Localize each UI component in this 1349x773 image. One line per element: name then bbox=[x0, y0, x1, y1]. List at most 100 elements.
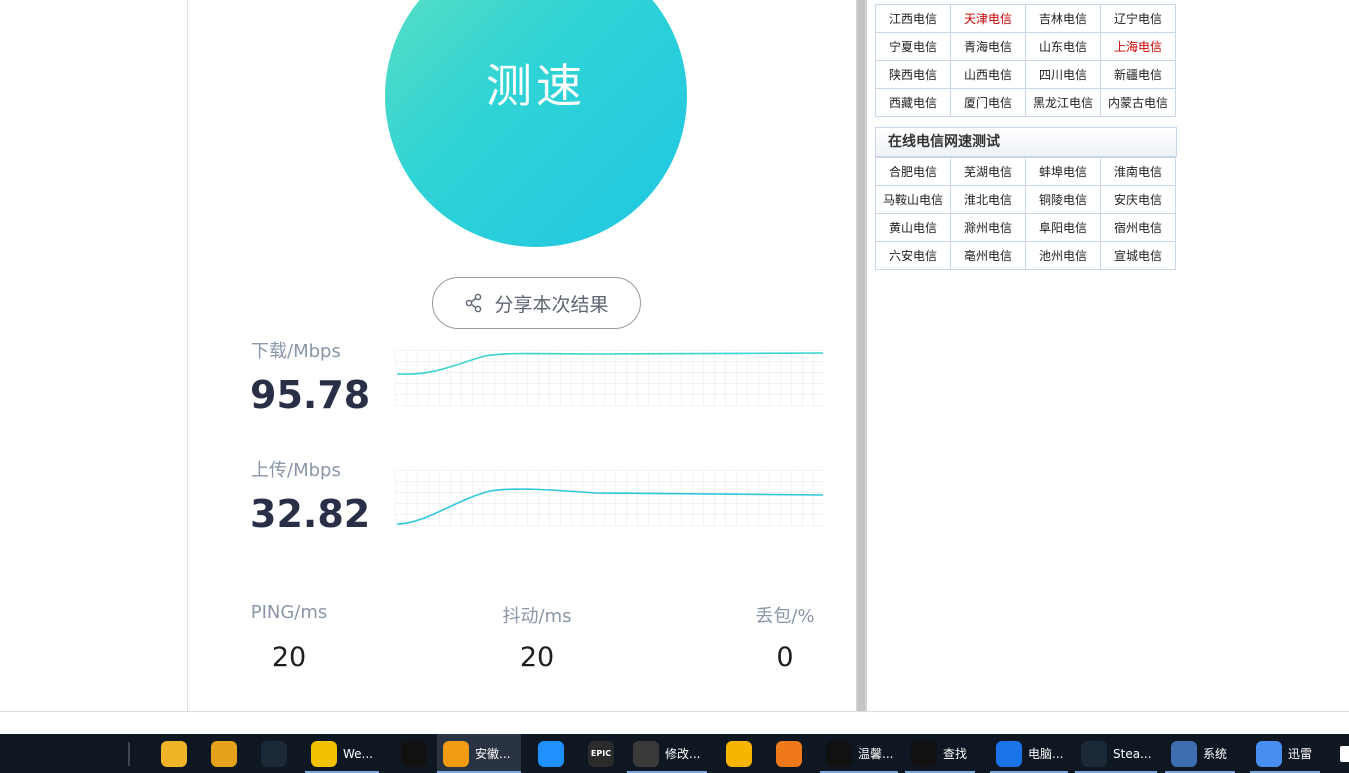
taskbar-qq-2[interactable]: 温馨... bbox=[820, 734, 898, 773]
city-link[interactable]: 厦门电信 bbox=[950, 88, 1026, 117]
city-link[interactable]: 山东电信 bbox=[1025, 32, 1101, 61]
city-link[interactable]: 内蒙古电信 bbox=[1100, 88, 1176, 117]
taskbar-label: We... bbox=[343, 746, 373, 761]
city-link[interactable]: 芜湖电信 bbox=[950, 157, 1026, 186]
taskbar-we[interactable]: We... bbox=[305, 734, 379, 773]
qq-icon bbox=[826, 740, 852, 767]
city-link[interactable]: 陕西电信 bbox=[875, 60, 951, 89]
city-link[interactable]: 马鞍山电信 bbox=[875, 185, 951, 214]
taskbar-label: Stea... bbox=[1113, 746, 1152, 761]
taskbar-qq-3[interactable]: 查找 bbox=[905, 734, 975, 773]
page: 测速 分享本次结果 下载/Mbps 95.78 上传/Mbps 32.82 PI… bbox=[0, 0, 1349, 773]
taskbar-cat-app[interactable] bbox=[205, 734, 237, 773]
city-row: 宁夏电信 青海电信 山东电信 上海电信 bbox=[875, 32, 1176, 61]
shield-icon bbox=[996, 740, 1022, 767]
share-result-label: 分享本次结果 bbox=[494, 293, 609, 316]
speed-icon bbox=[726, 740, 752, 767]
online-telecom-speedtest-title: 在线电信网速测试 bbox=[875, 127, 1177, 157]
city-link[interactable]: 黄山电信 bbox=[875, 213, 951, 242]
taskbar-system[interactable]: 系统 bbox=[1165, 734, 1235, 773]
city-link[interactable]: 辽宁电信 bbox=[1100, 4, 1176, 33]
dragon-icon bbox=[633, 740, 659, 767]
start-speedtest-button[interactable]: 测速 bbox=[385, 0, 687, 247]
anhui-telecom-city-table: 合肥电信 芜湖电信 蚌埠电信 淮南电信 马鞍山电信 淮北电信 铜陵电信 安庆电信 黄山电信 滁州电… bbox=[875, 157, 1176, 270]
share-result-button[interactable]: 分享本次结果 bbox=[432, 277, 641, 329]
city-link[interactable]: 黑龙江电信 bbox=[1025, 88, 1101, 117]
telecom-city-table: 江西电信 天津电信 吉林电信 辽宁电信 宁夏电信 青海电信 山东电信 上海电信 陕西电信 山西电信… bbox=[875, 4, 1176, 117]
uc-icon bbox=[443, 740, 469, 767]
upload-graph bbox=[395, 470, 823, 526]
content-border bbox=[187, 0, 188, 711]
city-link[interactable]: 池州电信 bbox=[1025, 241, 1101, 270]
taskbar-uc-browser[interactable]: 安徽... bbox=[437, 734, 521, 773]
city-link[interactable]: 阜阳电信 bbox=[1025, 213, 1101, 242]
city-link[interactable]: 宁夏电信 bbox=[875, 32, 951, 61]
cat-icon bbox=[211, 740, 237, 767]
taskbar-file-explorer[interactable] bbox=[155, 734, 187, 773]
download-graph bbox=[395, 350, 823, 406]
city-link[interactable]: 滁州电信 bbox=[950, 213, 1026, 242]
laptop-icon bbox=[1171, 740, 1197, 767]
windows-taskbar: We... 安徽... EPIC 修改... 温馨... 查找 电脑... Stea... 系统… bbox=[0, 734, 1349, 773]
taskbar-modifier[interactable]: 修改... bbox=[627, 734, 707, 773]
qq-icon bbox=[401, 740, 427, 767]
share-icon bbox=[466, 293, 482, 313]
taskbar-label: 安徽... bbox=[475, 747, 511, 761]
city-link[interactable]: 亳州电信 bbox=[950, 241, 1026, 270]
taskbar-orange-bird[interactable] bbox=[770, 734, 802, 773]
we-icon bbox=[311, 740, 337, 767]
city-link[interactable]: 宣城电信 bbox=[1100, 241, 1176, 270]
packet-loss-value: 0 bbox=[776, 642, 794, 673]
folder-icon bbox=[161, 740, 187, 767]
city-link[interactable]: 宿州电信 bbox=[1100, 213, 1176, 242]
city-link[interactable]: 山西电信 bbox=[950, 60, 1026, 89]
page-bottom-divider bbox=[0, 711, 1349, 712]
city-link[interactable]: 淮南电信 bbox=[1100, 157, 1176, 186]
overflow-icon[interactable] bbox=[1340, 746, 1349, 762]
taskbar-separator bbox=[128, 742, 130, 766]
city-link[interactable]: 四川电信 bbox=[1025, 60, 1101, 89]
taskbar-steam[interactable] bbox=[255, 734, 287, 773]
city-link[interactable]: 西藏电信 bbox=[875, 88, 951, 117]
taskbar-speed-app[interactable] bbox=[720, 734, 752, 773]
city-link[interactable]: 青海电信 bbox=[950, 32, 1026, 61]
city-link[interactable]: 天津电信 bbox=[950, 4, 1026, 33]
city-link[interactable]: 安庆电信 bbox=[1100, 185, 1176, 214]
taskbar-label: 系统 bbox=[1203, 747, 1228, 761]
start-speedtest-label: 测速 bbox=[486, 59, 586, 113]
scrollbar-thumb[interactable] bbox=[858, 0, 865, 711]
city-link[interactable]: 上海电信 bbox=[1100, 32, 1176, 61]
city-link[interactable]: 六安电信 bbox=[875, 241, 951, 270]
ping-value: 20 bbox=[271, 642, 307, 673]
xunlei-icon bbox=[1256, 740, 1282, 767]
city-row: 黄山电信 滁州电信 阜阳电信 宿州电信 bbox=[875, 213, 1176, 242]
city-link[interactable]: 吉林电信 bbox=[1025, 4, 1101, 33]
city-row: 六安电信 亳州电信 池州电信 宣城电信 bbox=[875, 241, 1176, 270]
download-graph-grid bbox=[395, 350, 823, 406]
taskbar-steam-2[interactable]: Stea... bbox=[1075, 734, 1157, 773]
taskbar-qq-1[interactable] bbox=[395, 734, 427, 773]
upload-value: 32.82 bbox=[250, 492, 371, 536]
steam-icon bbox=[261, 740, 287, 767]
bird-icon bbox=[776, 740, 802, 767]
upload-graph-grid bbox=[395, 470, 823, 526]
packet-loss-label: 丢包/% bbox=[755, 606, 815, 627]
taskbar-label: 温馨... bbox=[858, 747, 894, 761]
city-link[interactable]: 铜陵电信 bbox=[1025, 185, 1101, 214]
city-link[interactable]: 淮北电信 bbox=[950, 185, 1026, 214]
upload-label: 上传/Mbps bbox=[251, 460, 341, 481]
city-row: 马鞍山电信 淮北电信 铜陵电信 安庆电信 bbox=[875, 185, 1176, 214]
jitter-value: 20 bbox=[519, 642, 555, 673]
taskbar-epic[interactable]: EPIC bbox=[582, 734, 614, 773]
city-row: 江西电信 天津电信 吉林电信 辽宁电信 bbox=[875, 4, 1176, 33]
taskbar-browser-q[interactable] bbox=[532, 734, 564, 773]
ping-label: PING/ms bbox=[250, 602, 328, 623]
download-value: 95.78 bbox=[250, 373, 371, 417]
city-link[interactable]: 蚌埠电信 bbox=[1025, 157, 1101, 186]
city-link[interactable]: 江西电信 bbox=[875, 4, 951, 33]
city-link[interactable]: 合肥电信 bbox=[875, 157, 951, 186]
taskbar-xunlei[interactable]: 迅雷 bbox=[1250, 734, 1320, 773]
city-link[interactable]: 新疆电信 bbox=[1100, 60, 1176, 89]
jitter-label: 抖动/ms bbox=[502, 606, 572, 627]
taskbar-pc-manager[interactable]: 电脑... bbox=[990, 734, 1068, 773]
